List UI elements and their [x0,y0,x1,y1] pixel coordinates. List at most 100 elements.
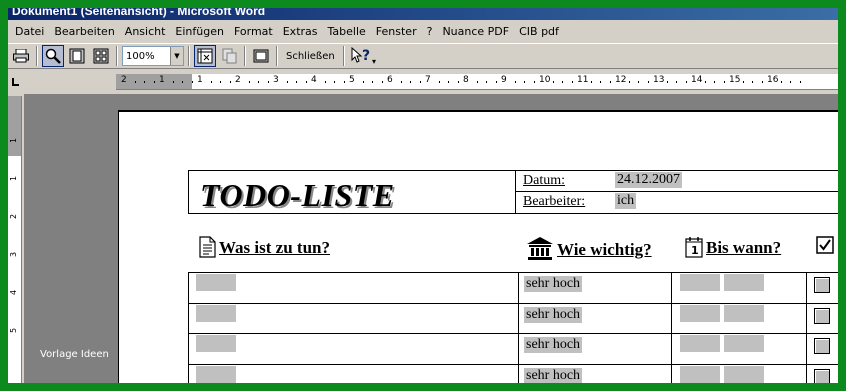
ruler-tick [248,81,250,83]
priority-field[interactable]: sehr hoch [524,307,583,323]
ruler-tick-label: 15 [729,75,741,85]
tab-stop-icon [12,78,19,86]
deadline-day-field[interactable] [680,274,720,291]
deadline-month-field[interactable] [724,335,764,352]
toolbar-separator [276,46,278,66]
ruler-tick-label: 16 [767,75,779,85]
ruler-tick [600,81,601,83]
ruler-tick [134,81,136,83]
ruler-tick [220,81,221,83]
task-field[interactable] [196,305,236,322]
done-checkbox[interactable] [814,338,830,354]
editor-label: Bearbeiter: [523,194,586,209]
ruler-tick-label: 13 [653,75,665,85]
menu-bearbeiten[interactable]: Bearbeiten [49,25,119,38]
context-help-icon: ? ▾ [351,47,376,65]
shrink-to-fit-button[interactable] [218,45,240,67]
tab-selector[interactable] [8,72,22,92]
ruler-tick [780,81,782,83]
menu-bar: Datei Bearbeiten Ansicht Einfügen Format… [8,20,838,42]
priority-field[interactable]: sehr hoch [524,276,583,292]
menu-ansicht[interactable]: Ansicht [120,25,171,38]
ruler-tick-label: 3 [273,75,279,85]
document-title: TODO-LISTE [200,177,395,213]
ruler-tick [524,81,525,83]
deadline-day-field[interactable] [680,366,720,383]
chevron-down-icon[interactable]: ▼ [170,47,183,65]
ruler-tick-label: 8 [463,75,469,85]
task-field[interactable] [196,274,236,291]
done-checkbox[interactable] [814,369,830,383]
ruler-tick-label: 14 [691,75,703,85]
date-value[interactable]: 24.12.2007 [615,172,682,188]
ruler-tick [210,81,212,83]
ruler-tick [343,81,345,83]
menu-datei[interactable]: Datei [10,25,49,38]
deadline-month-field[interactable] [724,305,764,322]
vertical-ruler[interactable]: 1 1 2 3 4 5 [8,96,22,383]
ruler-tick [400,81,402,83]
magnifier-button[interactable] [42,45,64,67]
deadline-day-field[interactable] [680,335,720,352]
ruler-tick [590,81,592,83]
ruler-tick [258,81,259,83]
zoom-select[interactable]: 100% ▼ [122,46,184,66]
ruler-tick [486,81,487,83]
priority-header: Wie wichtig? [526,236,652,260]
done-header [816,236,834,254]
deadline-month-field[interactable] [724,366,764,383]
done-checkbox[interactable] [814,277,830,293]
svg-text:▾: ▾ [372,57,376,65]
toolbar-separator [36,46,38,66]
menu-tabelle[interactable]: Tabelle [323,25,371,38]
ruler-tick-label: 6 [387,75,393,85]
ruler-tick [799,81,801,83]
ruler-tick-label: 2 [9,213,19,220]
multiple-pages-button[interactable] [90,45,112,67]
ruler-tick [752,81,753,83]
menu-extras[interactable]: Extras [278,25,323,38]
menu-cib-pdf[interactable]: CIB pdf [514,25,564,38]
ruler-tick [609,81,611,83]
one-page-button[interactable] [66,45,88,67]
menu-einfuegen[interactable]: Einfügen [170,25,229,38]
ruler-tick [628,81,630,83]
ruler-tick-label: 9 [501,75,507,85]
priority-field[interactable]: sehr hoch [524,337,583,353]
ruler-tick [676,81,677,83]
priority-field[interactable]: sehr hoch [524,368,583,383]
print-button[interactable] [10,45,32,67]
deadline-month-field[interactable] [724,274,764,291]
ruler-tick-label: 12 [615,75,627,85]
editor-row: Bearbeiter: ich [515,192,838,213]
ruler-tick-label: 11 [577,75,589,85]
horizontal-ruler[interactable]: 2 1 1 2 3 4 5 6 7 8 9 10 11 12 13 14 15 16 [116,74,838,90]
ruler-tick-label: 4 [311,75,317,85]
editor-value[interactable]: ich [615,193,637,209]
full-screen-button[interactable] [250,45,272,67]
menu-format[interactable]: Format [229,25,278,38]
ruler-tick-label: 7 [425,75,431,85]
menu-nuance-pdf[interactable]: Nuance PDF [437,25,514,38]
one-page-icon [69,48,85,64]
window-title: Dokument1 (Seitenansicht) - Microsoft Wo… [8,8,838,20]
zoom-value: 100% [126,50,155,62]
todo-table: sehr hoch sehr hoch sehr hoch sehr hoch [188,272,838,383]
menu-help[interactable]: ? [422,25,438,38]
menu-fenster[interactable]: Fenster [371,25,422,38]
ruler-tick [153,81,155,83]
ruler-tick [495,81,497,83]
document-icon [199,236,216,258]
task-field[interactable] [196,366,236,383]
ruler-tick [419,81,421,83]
ruler-tick [638,81,639,83]
deadline-day-field[interactable] [680,305,720,322]
ruler-tick [324,81,326,83]
task-field[interactable] [196,335,236,352]
view-ruler-button[interactable] [194,45,216,67]
context-help-button[interactable]: ? ▾ [349,45,379,67]
ruler-tick [790,81,791,83]
ruler-tick [362,81,364,83]
close-preview-button[interactable]: Schließen [282,46,339,66]
done-checkbox[interactable] [814,308,830,324]
